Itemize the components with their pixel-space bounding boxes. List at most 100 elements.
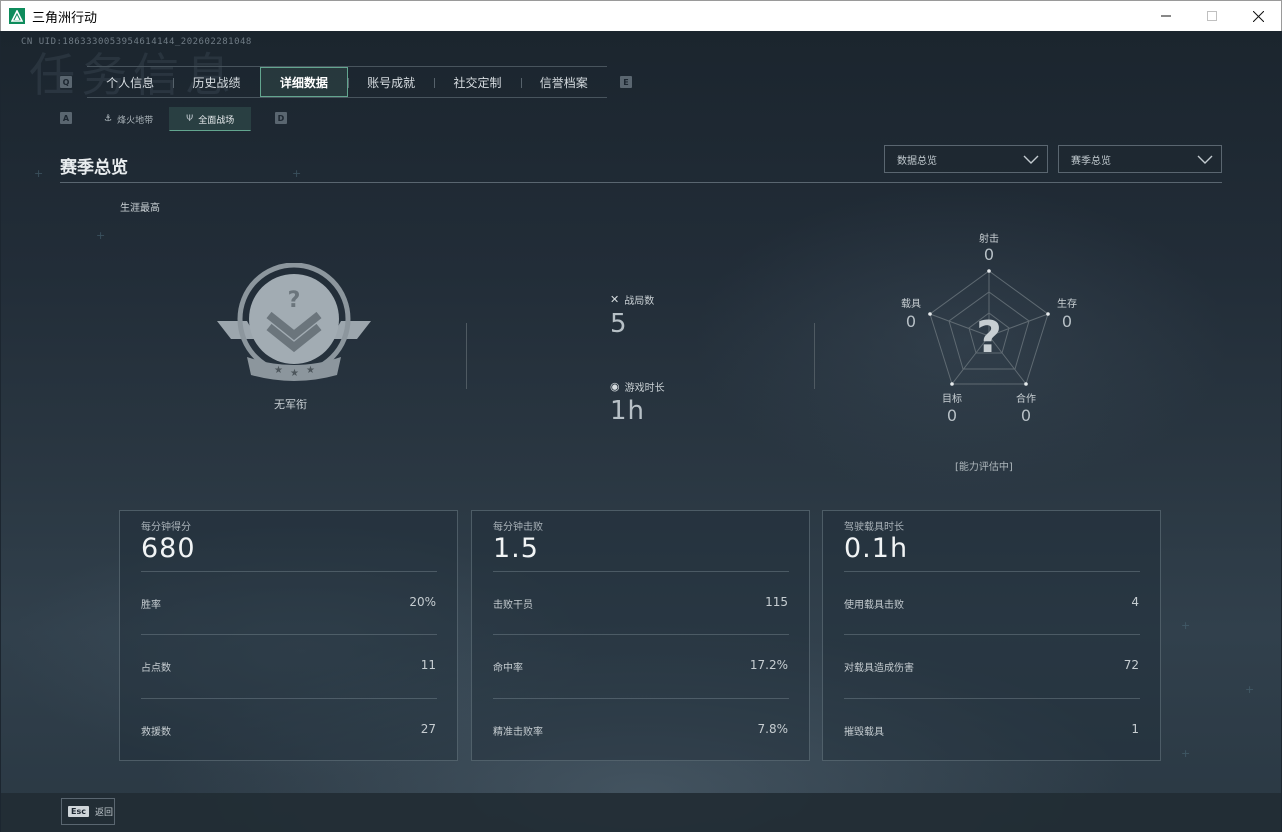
row-label: 胜率 bbox=[141, 600, 161, 611]
crosshair-decoration-icon: + bbox=[1245, 683, 1255, 696]
esc-key-hint: Esc bbox=[68, 806, 89, 817]
row-value: 4 bbox=[1131, 595, 1139, 609]
crossed-swords-icon: ✕ bbox=[610, 293, 620, 306]
radar-coop-value: 0 bbox=[1020, 406, 1032, 425]
maximize-button[interactable] bbox=[1189, 1, 1235, 31]
row-value: 20% bbox=[409, 595, 436, 609]
tab-next-key-hint[interactable]: E bbox=[620, 76, 632, 88]
vehicle-time-card: 驾驶载具时长 0.1h 使用载具击败 4 对载具造成伤害 72 摧毁载具 1 bbox=[822, 510, 1161, 761]
tab-match-history[interactable]: 历史战绩 bbox=[173, 67, 259, 97]
player-uid: CN UID:1863330053954614144_202602281048 bbox=[21, 37, 252, 47]
card-value: 680 bbox=[141, 533, 196, 564]
back-button[interactable]: Esc 返回 bbox=[61, 798, 115, 825]
crosshair-decoration-icon: + bbox=[292, 167, 302, 180]
radar-coop-label: 合作 bbox=[1016, 394, 1036, 405]
section-title: 赛季总览 bbox=[60, 158, 128, 178]
mode-subtabs: ⚓ 烽火地带 Ψ 全面战场 bbox=[88, 107, 252, 131]
card-divider bbox=[844, 571, 1140, 572]
radar-survival-value: 0 bbox=[1061, 312, 1073, 331]
row-value: 1 bbox=[1131, 722, 1139, 736]
kills-per-minute-card: 每分钟击败 1.5 击败干员 115 命中率 17.2% 精准击败率 7.8% bbox=[471, 510, 810, 761]
window-title: 三角洲行动 bbox=[32, 10, 98, 26]
subtab-prev-key-hint[interactable]: A bbox=[60, 112, 72, 124]
tab-achievements[interactable]: 账号成就 bbox=[347, 67, 434, 97]
card-label: 驾驶载具时长 bbox=[844, 522, 904, 533]
row-value: 7.8% bbox=[757, 722, 789, 736]
row-value: 17.2% bbox=[749, 658, 788, 672]
window-titlebar: 三角洲行动 bbox=[0, 0, 1282, 31]
dropdown-value: 赛季总览 bbox=[1071, 155, 1111, 167]
season-overview-dropdown[interactable]: 赛季总览 bbox=[1058, 145, 1222, 173]
tab-personal-info[interactable]: 个人信息 bbox=[87, 67, 173, 97]
row-label: 摧毁载具 bbox=[844, 727, 884, 738]
radar-shooting-value: 0 bbox=[983, 245, 995, 264]
subtab-next-key-hint[interactable]: D bbox=[275, 112, 287, 124]
tab-reputation[interactable]: 信誉档案 bbox=[520, 67, 607, 97]
career-high-label: 生涯最高 bbox=[120, 203, 160, 214]
card-divider bbox=[141, 698, 437, 699]
radar-target-label: 目标 bbox=[942, 394, 962, 405]
svg-text:★: ★ bbox=[306, 365, 315, 376]
row-value: 27 bbox=[420, 722, 436, 736]
radar-target-value: 0 bbox=[946, 406, 958, 425]
crosshair-decoration-icon: + bbox=[1181, 619, 1191, 632]
section-divider bbox=[60, 182, 1222, 183]
rank-emblem-icon: ? ★ ★ ★ bbox=[217, 263, 371, 381]
playtime-stat: ◉ 游戏时长 1h bbox=[610, 379, 665, 426]
app-logo-icon bbox=[9, 8, 25, 24]
stopwatch-icon: ◉ bbox=[610, 380, 620, 393]
card-divider bbox=[493, 634, 789, 635]
subtab-full-battlefield[interactable]: Ψ 全面战场 bbox=[169, 107, 252, 131]
radar-vehicle-value: 0 bbox=[905, 312, 917, 331]
tab-prev-key-hint[interactable]: Q bbox=[60, 76, 72, 88]
svg-text:?: ? bbox=[288, 288, 301, 313]
rank-name: 无军衔 bbox=[274, 398, 307, 411]
row-value: 72 bbox=[1123, 658, 1139, 672]
radar-shooting-label: 射击 bbox=[979, 234, 999, 245]
card-divider bbox=[844, 698, 1140, 699]
data-overview-dropdown[interactable]: 数据总览 bbox=[884, 145, 1048, 173]
card-label: 每分钟得分 bbox=[141, 522, 191, 533]
card-label: 每分钟击败 bbox=[493, 522, 543, 533]
subtab-label: 全面战场 bbox=[198, 115, 235, 126]
trident-icon: Ψ bbox=[186, 114, 194, 124]
radar-survival-label: 生存 bbox=[1057, 299, 1077, 310]
playtime-label: 游戏时长 bbox=[624, 383, 665, 394]
card-value: 0.1h bbox=[844, 533, 909, 564]
close-button[interactable] bbox=[1235, 1, 1281, 31]
svg-text:★: ★ bbox=[290, 368, 299, 379]
score-per-minute-card: 每分钟得分 680 胜率 20% 占点数 11 救援数 27 bbox=[119, 510, 458, 761]
minimize-button[interactable] bbox=[1143, 1, 1189, 31]
crosshair-decoration-icon: + bbox=[34, 167, 44, 180]
row-label: 命中率 bbox=[493, 663, 523, 674]
card-divider bbox=[493, 571, 789, 572]
card-divider bbox=[844, 634, 1140, 635]
row-value: 115 bbox=[765, 595, 788, 609]
back-label: 返回 bbox=[94, 808, 113, 818]
playtime-value: 1h bbox=[610, 396, 646, 426]
beacon-icon: ⚓ bbox=[104, 114, 113, 124]
radar-status-text: [能力评估中] bbox=[955, 462, 1013, 473]
row-label: 击败干员 bbox=[493, 600, 533, 611]
row-label: 占点数 bbox=[141, 663, 171, 674]
tab-social-customization[interactable]: 社交定制 bbox=[434, 67, 520, 97]
row-label: 救援数 bbox=[141, 727, 171, 738]
row-value: 11 bbox=[420, 658, 436, 672]
card-value: 1.5 bbox=[493, 533, 539, 564]
card-divider bbox=[141, 634, 437, 635]
matches-label: 战局数 bbox=[624, 296, 655, 307]
radar-center-mark: ? bbox=[976, 312, 1002, 363]
row-label: 精准击败率 bbox=[493, 727, 543, 738]
subtab-hazard-zone[interactable]: ⚓ 烽火地带 bbox=[88, 107, 169, 131]
matches-stat: ✕ 战局数 5 bbox=[610, 292, 654, 339]
row-label: 对载具造成伤害 bbox=[844, 663, 914, 674]
game-screen: 任务信息 CN UID:1863330053954614144_20260228… bbox=[1, 31, 1281, 832]
chevron-down-icon bbox=[1023, 155, 1039, 164]
tab-detailed-data[interactable]: 详细数据 bbox=[259, 67, 348, 97]
main-tabs: 个人信息 历史战绩 详细数据 账号成就 社交定制 信誉档案 bbox=[87, 66, 607, 98]
divider bbox=[814, 323, 815, 389]
chevron-down-icon bbox=[1197, 155, 1213, 164]
matches-value: 5 bbox=[610, 309, 628, 339]
crosshair-decoration-icon: + bbox=[1181, 747, 1191, 760]
svg-text:★: ★ bbox=[274, 365, 283, 376]
